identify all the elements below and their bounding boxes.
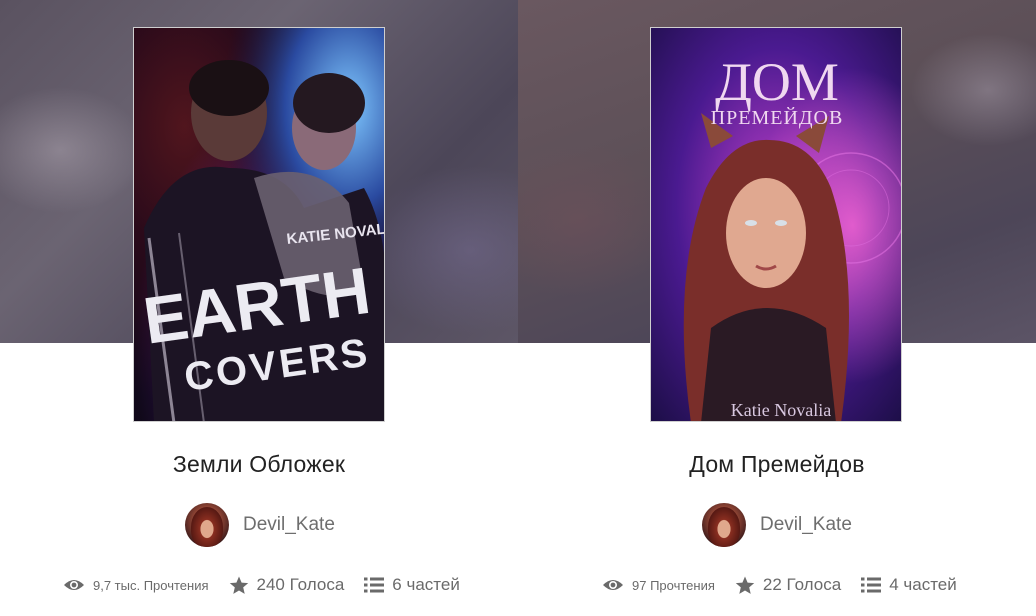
author-name[interactable]: Devil_Kate [760, 514, 852, 536]
story-stats: 9,7 тыс. Прочтения 240 Голоса 6 частей [63, 573, 480, 597]
parts-count: 6 частей [392, 575, 460, 594]
votes-stat: 240 Голоса [229, 575, 345, 595]
author-avatar[interactable] [702, 503, 746, 547]
list-icon [364, 577, 385, 593]
reads-count: 9,7 тыс. Прочтения [93, 577, 209, 593]
votes-stat: 22 Голоса [735, 575, 841, 595]
cover-author-text: Katie Novalia [731, 400, 831, 420]
eye-icon [64, 580, 84, 590]
story-cover[interactable]: ДОМ ПРЕМЕЙДОВ Katie Novalia [650, 27, 902, 422]
votes-count: 240 Голоса [256, 575, 345, 594]
parts-stat: 6 частей [364, 575, 460, 595]
story-card-2[interactable]: ДОМ ПРЕМЕЙДОВ Katie Novalia Дом Премейдо… [518, 0, 1036, 616]
reads-stat: 97 Прочтения [602, 578, 715, 593]
author-link[interactable]: Devil_Kate [702, 503, 852, 547]
list-icon [861, 577, 882, 593]
reads-count: 97 Прочтения [632, 577, 715, 593]
story-title[interactable]: Дом Премейдов [518, 451, 1036, 478]
story-stats: 97 Прочтения 22 Голоса 4 частей [602, 573, 977, 597]
star-icon [735, 576, 755, 594]
story-card-1[interactable]: KATIE NOVALIA EARTH COVERS Земли Обложек… [0, 0, 518, 616]
cover-title-line-1: ДОМ [715, 52, 839, 112]
star-icon [229, 576, 248, 594]
author-name[interactable]: Devil_Kate [243, 514, 335, 536]
author-link[interactable]: Devil_Kate [185, 503, 335, 547]
cover-art: KATIE NOVALIA EARTH COVERS [134, 28, 384, 421]
parts-stat: 4 частей [861, 575, 957, 595]
cover-art: ДОМ ПРЕМЕЙДОВ Katie Novalia [651, 28, 901, 421]
story-title[interactable]: Земли Обложек [0, 451, 518, 478]
reads-stat: 9,7 тыс. Прочтения [63, 578, 209, 593]
story-cover[interactable]: KATIE NOVALIA EARTH COVERS [133, 27, 385, 422]
parts-count: 4 частей [889, 575, 957, 594]
author-avatar[interactable] [185, 503, 229, 547]
cover-title-line-2: ПРЕМЕЙДОВ [711, 106, 844, 129]
votes-count: 22 Голоса [762, 575, 842, 594]
eye-icon [603, 580, 623, 590]
